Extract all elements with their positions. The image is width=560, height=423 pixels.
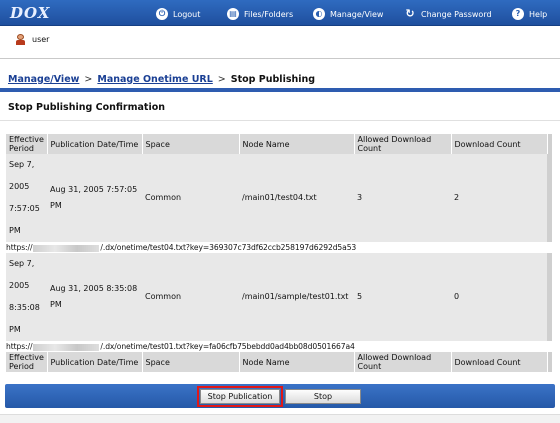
- scrollbar-track[interactable]: [547, 154, 552, 242]
- breadcrumb-manage-onetime-url[interactable]: Manage Onetime URL: [97, 74, 212, 85]
- title-divider: [0, 120, 560, 121]
- app-logo: DOX: [10, 4, 51, 22]
- cell-allowed-download-count: 5: [354, 253, 451, 341]
- nav-logout-label: Logout: [173, 9, 201, 19]
- confirmation-panel: Stop Publishing Confirmation Effective P…: [0, 92, 560, 378]
- nav-files-folders[interactable]: ▤ Files/Folders: [227, 7, 293, 21]
- url-row: https:///.dx/onetime/test01.txt?key=fa06…: [6, 341, 552, 352]
- cell-allowed-download-count: 3: [354, 154, 451, 242]
- help-icon: ?: [512, 8, 524, 20]
- nav-files-folders-label: Files/Folders: [244, 9, 294, 19]
- page-title: Stop Publishing Confirmation: [8, 102, 165, 113]
- cell-node-name: /main01/test04.txt: [239, 154, 354, 242]
- user-info: user: [16, 33, 49, 45]
- redacted-host: [33, 343, 100, 351]
- cell-download-count: 0: [451, 253, 547, 341]
- table-row: Sep 7, 2005 8:35:08 PM Aug 31, 2005 8:35…: [6, 253, 552, 341]
- user-icon: [16, 33, 25, 45]
- nav-manage-view-label: Manage/View: [330, 9, 384, 19]
- cell-space: Common: [142, 154, 239, 242]
- nav-logout[interactable]: ⏻ Logout: [156, 7, 200, 21]
- scrollbar-track[interactable]: [547, 134, 553, 154]
- col-node-name: Node Name: [239, 134, 355, 154]
- table-footer-header-row: Effective Period Publication Date/Time S…: [6, 352, 553, 372]
- cell-download-count: 2: [451, 154, 547, 242]
- onetime-url: https:///.dx/onetime/test04.txt?key=3693…: [6, 242, 552, 253]
- col-download-count: Download Count: [451, 134, 548, 154]
- col-publication-datetime: Publication Date/Time: [47, 352, 143, 372]
- scrollbar-track[interactable]: [547, 352, 553, 372]
- nav-change-password[interactable]: ↻ Change Password: [404, 7, 492, 21]
- onetime-url: https:///.dx/onetime/test01.txt?key=fa06…: [6, 341, 552, 352]
- col-effective-period: Effective Period: [6, 134, 48, 154]
- cell-node-name: /main01/sample/test01.txt: [239, 253, 354, 341]
- logout-icon: ⏻: [156, 8, 168, 20]
- breadcrumb-separator: >: [217, 73, 226, 85]
- nav-manage-view[interactable]: ◐ Manage/View: [313, 7, 383, 21]
- col-space: Space: [142, 352, 240, 372]
- col-node-name: Node Name: [239, 352, 355, 372]
- refresh-icon: ↻: [405, 7, 415, 20]
- manage-icon: ◐: [313, 8, 325, 20]
- breadcrumb-manage-view[interactable]: Manage/View: [8, 74, 79, 85]
- footer: [0, 414, 560, 423]
- table-row: Sep 7, 2005 7:57:05 PM Aug 31, 2005 7:57…: [6, 154, 552, 242]
- col-allowed-download-count: Allowed Download Count: [354, 352, 452, 372]
- col-publication-datetime: Publication Date/Time: [47, 134, 143, 154]
- cell-effective-period: Sep 7, 2005 7:57:05 PM: [6, 154, 47, 242]
- breadcrumb-separator: >: [84, 73, 93, 85]
- cell-publication-datetime: Aug 31, 2005 8:35:08 PM: [47, 253, 142, 341]
- stop-button[interactable]: Stop: [285, 389, 361, 404]
- scrollbar-track[interactable]: [547, 253, 552, 341]
- breadcrumb-current: Stop Publishing: [230, 73, 316, 85]
- col-space: Space: [142, 134, 240, 154]
- action-bar: Stop Publication Stop: [5, 384, 555, 408]
- cell-effective-period: Sep 7, 2005 8:35:08 PM: [6, 253, 47, 341]
- breadcrumb: Manage/View > Manage Onetime URL > Stop …: [8, 72, 315, 86]
- col-allowed-download-count: Allowed Download Count: [354, 134, 452, 154]
- top-nav-bar: DOX ⏻ Logout ▤ Files/Folders ◐ Manage/Vi…: [0, 0, 560, 26]
- header-divider: [0, 58, 560, 59]
- folder-icon: ▤: [227, 8, 239, 20]
- stop-publication-button[interactable]: Stop Publication: [197, 386, 283, 407]
- nav-change-password-label: Change Password: [421, 9, 492, 19]
- url-row: https:///.dx/onetime/test04.txt?key=3693…: [6, 242, 552, 253]
- col-download-count: Download Count: [451, 352, 548, 372]
- cell-publication-datetime: Aug 31, 2005 7:57:05 PM: [47, 154, 142, 242]
- nav-help[interactable]: ? Help: [512, 7, 547, 21]
- nav-help-label: Help: [529, 9, 548, 19]
- table-header-row: Effective Period Publication Date/Time S…: [6, 134, 553, 154]
- onetime-url-table: Effective Period Publication Date/Time S…: [6, 134, 553, 372]
- redacted-host: [33, 244, 100, 252]
- user-name: user: [32, 34, 50, 44]
- col-effective-period: Effective Period: [6, 352, 48, 372]
- cell-space: Common: [142, 253, 239, 341]
